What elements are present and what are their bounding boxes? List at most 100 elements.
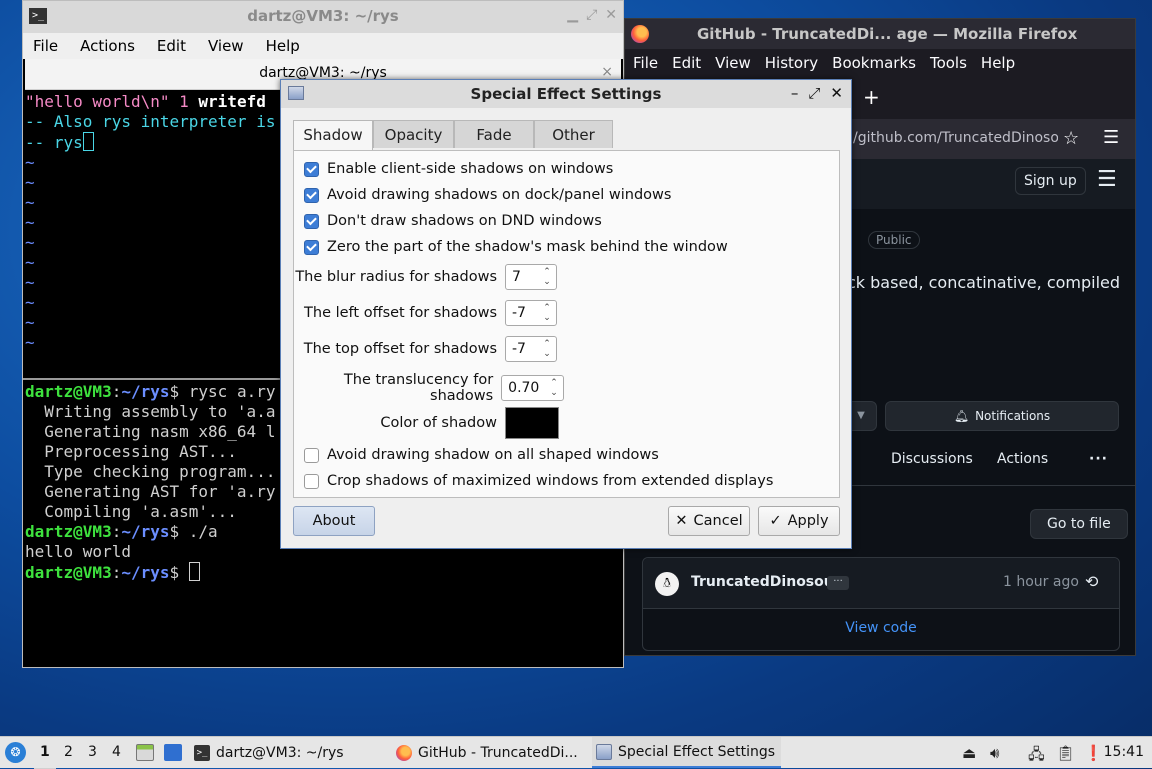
ff-menu-view[interactable]: View bbox=[715, 54, 751, 72]
blur-radius-spinbox[interactable]: 7 ⌃ ⌄ bbox=[505, 264, 557, 290]
tray-up-arrow-icon[interactable]: ⏏ bbox=[962, 744, 976, 762]
spin-up-icon[interactable]: ⌃ bbox=[548, 378, 560, 388]
translucency-spinbox[interactable]: 0.70 ⌃ ⌄ bbox=[501, 375, 564, 401]
avatar[interactable]: 🐧︎ bbox=[655, 572, 679, 596]
nav-tab-actions[interactable]: Actions bbox=[997, 451, 1089, 467]
ff-menu-edit[interactable]: Edit bbox=[672, 54, 701, 72]
menu-edit[interactable]: Edit bbox=[157, 37, 186, 55]
cancel-button[interactable]: ✕ Cancel bbox=[668, 506, 750, 536]
vim-empty-line: ~ bbox=[25, 213, 35, 232]
shell-command: rysc a.ry bbox=[188, 382, 276, 401]
minimize-icon[interactable]: – bbox=[791, 84, 799, 102]
checkbox-zero-mask[interactable]: Zero the part of the shadow's mask behin… bbox=[304, 239, 728, 255]
top-offset-spinbox[interactable]: -7 ⌃ ⌄ bbox=[505, 336, 557, 362]
menu-view[interactable]: View bbox=[208, 37, 244, 55]
checkbox-avoid-shaped[interactable]: Avoid drawing shadow on all shaped windo… bbox=[304, 447, 659, 463]
ff-menu-file[interactable]: File bbox=[633, 54, 658, 72]
workspace-1[interactable]: 1 bbox=[34, 737, 56, 769]
notification-icon[interactable]: ❗ bbox=[1084, 744, 1103, 762]
tab-opacity[interactable]: Opacity bbox=[373, 120, 454, 148]
spin-down-icon[interactable]: ⌄ bbox=[541, 349, 553, 359]
translucency-label: The translucency for shadows bbox=[343, 372, 494, 404]
checkbox-checked-icon[interactable] bbox=[304, 187, 319, 203]
shadow-color-button[interactable] bbox=[505, 407, 559, 439]
history-icon[interactable]: ⟲ bbox=[1085, 572, 1098, 591]
menu-help[interactable]: Help bbox=[266, 37, 300, 55]
apply-button[interactable]: ✓ Apply bbox=[758, 506, 840, 536]
tab-fade[interactable]: Fade bbox=[454, 120, 534, 148]
blur-radius-label: The blur radius for shadows bbox=[295, 269, 497, 285]
ff-menu-bookmarks[interactable]: Bookmarks bbox=[832, 54, 916, 72]
ff-menu-help[interactable]: Help bbox=[981, 54, 1015, 72]
checkbox-crop-maximized[interactable]: Crop shadows of maximized windows from e… bbox=[304, 473, 773, 489]
about-button[interactable]: About bbox=[293, 506, 375, 536]
ff-menu-history[interactable]: History bbox=[765, 54, 818, 72]
menu-file[interactable]: File bbox=[33, 37, 58, 55]
notifications-button[interactable]: 🔔︎ Notifications bbox=[885, 401, 1119, 431]
vim-empty-line: ~ bbox=[25, 253, 35, 272]
checkbox-avoid-dock-shadows[interactable]: Avoid drawing shadows on dock/panel wind… bbox=[304, 187, 671, 203]
checkbox-unchecked-icon[interactable] bbox=[304, 447, 319, 463]
task-terminal[interactable]: >_ dartz@VM3: ~/rys bbox=[194, 737, 344, 768]
workspace-4[interactable]: 4 bbox=[112, 744, 121, 760]
spin-up-icon[interactable]: ⌃ bbox=[541, 303, 553, 313]
checkbox-enable-shadows[interactable]: Enable client-side shadows on windows bbox=[304, 161, 613, 177]
start-menu-icon[interactable]: ❂ bbox=[5, 742, 26, 763]
shadow-settings-panel: Enable client-side shadows on windows Av… bbox=[293, 150, 840, 498]
minimize-icon[interactable]: ▁ bbox=[567, 7, 578, 23]
go-to-file-button[interactable]: Go to file bbox=[1030, 509, 1128, 539]
bookmark-star-icon[interactable]: ☆ bbox=[1063, 128, 1079, 149]
view-code-link[interactable]: View code bbox=[643, 620, 1119, 636]
spin-down-icon[interactable]: ⌄ bbox=[548, 388, 560, 398]
new-tab-button[interactable]: + bbox=[863, 85, 880, 109]
vim-empty-line: ~ bbox=[25, 313, 35, 332]
menu-actions[interactable]: Actions bbox=[80, 37, 135, 55]
nav-tab-discussions[interactable]: Discussions bbox=[891, 451, 997, 467]
checkbox-label: Avoid drawing shadow on all shaped windo… bbox=[327, 447, 659, 463]
checkbox-checked-icon[interactable] bbox=[304, 161, 319, 177]
clipboard-icon[interactable]: 📋︎ bbox=[1056, 744, 1075, 762]
workspace-2[interactable]: 2 bbox=[64, 744, 73, 760]
left-offset-spinbox[interactable]: -7 ⌃ ⌄ bbox=[505, 300, 557, 326]
vim-number: 1 bbox=[169, 92, 199, 111]
prompt-dollar: $ bbox=[169, 522, 189, 541]
checkbox-unchecked-icon[interactable] bbox=[304, 473, 319, 489]
dialog-titlebar[interactable]: Special Effect Settings – ⤢ ✕ bbox=[281, 80, 851, 108]
ff-menu-tools[interactable]: Tools bbox=[930, 54, 967, 72]
checkbox-checked-icon[interactable] bbox=[304, 239, 319, 255]
spin-up-icon[interactable]: ⌃ bbox=[541, 267, 553, 277]
tab-other[interactable]: Other bbox=[534, 120, 613, 148]
task-firefox[interactable]: GitHub - TruncatedDi... bbox=[396, 737, 578, 768]
close-icon[interactable]: ✕ bbox=[605, 7, 617, 23]
sign-up-button[interactable]: Sign up bbox=[1015, 167, 1086, 195]
maximize-icon[interactable]: ⤢ bbox=[808, 84, 820, 102]
task-special-effect-settings[interactable]: Special Effect Settings bbox=[592, 737, 782, 768]
workspace-3[interactable]: 3 bbox=[88, 744, 97, 760]
network-icon[interactable]: 🖧 bbox=[1028, 744, 1045, 769]
show-desktop-icon[interactable] bbox=[164, 744, 182, 761]
tab-close-icon[interactable]: × bbox=[601, 64, 613, 80]
spin-down-icon[interactable]: ⌄ bbox=[541, 313, 553, 323]
close-icon[interactable]: ✕ bbox=[830, 84, 843, 102]
spin-down-icon[interactable]: ⌄ bbox=[541, 277, 553, 287]
terminal-titlebar[interactable]: >_ dartz@VM3: ~/rys ▁ ⤢ ✕ bbox=[23, 1, 623, 33]
shell-output: Generating nasm x86_64 l bbox=[25, 422, 276, 441]
github-menu-icon[interactable]: ☰ bbox=[1097, 167, 1117, 192]
hamburger-menu-icon[interactable]: ☰ bbox=[1103, 127, 1119, 148]
url-input[interactable]: /github.com/TruncatedDinosour bbox=[853, 130, 1058, 146]
file-manager-icon[interactable] bbox=[136, 744, 154, 761]
tab-shadow[interactable]: Shadow bbox=[293, 120, 373, 151]
checkbox-checked-icon[interactable] bbox=[304, 213, 319, 229]
spin-up-icon[interactable]: ⌃ bbox=[541, 339, 553, 349]
special-effect-settings-dialog[interactable]: Special Effect Settings – ⤢ ✕ Shadow Opa… bbox=[280, 79, 852, 549]
maximize-icon[interactable]: ⤢ bbox=[586, 7, 597, 23]
commit-author[interactable]: TruncatedDinosour bbox=[691, 574, 841, 590]
commit-ellipsis-button[interactable]: ··· bbox=[827, 576, 849, 590]
checkbox-no-dnd-shadows[interactable]: Don't draw shadows on DND windows bbox=[304, 213, 602, 229]
vim-empty-line: ~ bbox=[25, 193, 35, 212]
volume-icon[interactable]: 🔊︎ bbox=[990, 744, 999, 762]
nav-more-icon[interactable]: ··· bbox=[1089, 451, 1108, 467]
firefox-menubar: File Edit View History Bookmarks Tools H… bbox=[625, 49, 1135, 77]
firefox-icon bbox=[396, 744, 412, 761]
firefox-titlebar[interactable]: GitHub - TruncatedDi... age — Mozilla Fi… bbox=[625, 19, 1135, 49]
